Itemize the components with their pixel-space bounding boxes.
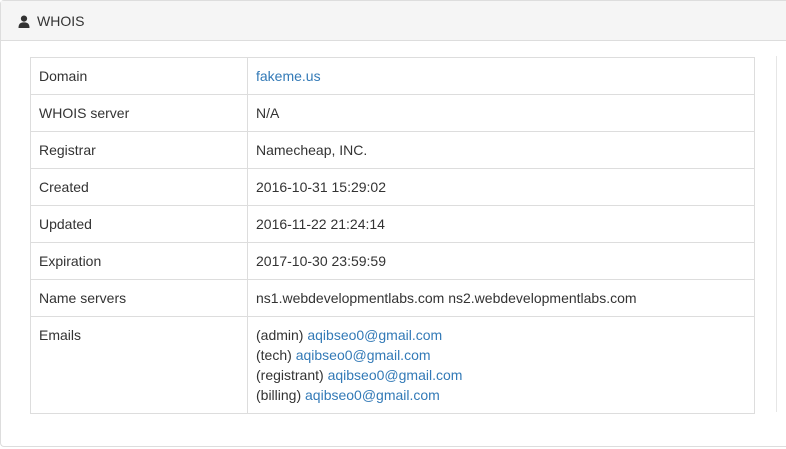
email-line-registrant: (registrant) aqibseo0@gmail.com	[256, 365, 746, 385]
row-key-updated: Updated	[30, 205, 248, 243]
table-row: Registrar Namecheap, INC.	[30, 131, 755, 169]
row-value-whois-server: N/A	[247, 94, 755, 132]
row-key-domain: Domain	[30, 57, 248, 95]
table-row: Name servers ns1.webdevelopmentlabs.com …	[30, 279, 755, 317]
email-role: (tech)	[256, 347, 292, 363]
row-key-whois-server: WHOIS server	[30, 94, 248, 132]
email-link-billing[interactable]: aqibseo0@gmail.com	[305, 387, 440, 403]
email-line-tech: (tech) aqibseo0@gmail.com	[256, 345, 746, 365]
table-row: Created 2016-10-31 15:29:02	[30, 168, 755, 206]
email-link-admin[interactable]: aqibseo0@gmail.com	[307, 327, 442, 343]
table-row: Updated 2016-11-22 21:24:14	[30, 205, 755, 243]
table-row: WHOIS server N/A	[30, 94, 755, 132]
row-key-expiration: Expiration	[30, 242, 248, 280]
row-value-name-servers: ns1.webdevelopmentlabs.com ns2.webdevelo…	[247, 279, 755, 317]
row-key-name-servers: Name servers	[30, 279, 248, 317]
panel-heading: WHOIS	[1, 1, 786, 41]
row-value-created: 2016-10-31 15:29:02	[247, 168, 755, 206]
panel-body: Domain fakeme.us WHOIS server N/A Regist…	[30, 57, 755, 414]
table-row: Expiration 2017-10-30 23:59:59	[30, 242, 755, 280]
row-key-created: Created	[30, 168, 248, 206]
row-key-registrar: Registrar	[30, 131, 248, 169]
row-key-emails: Emails	[30, 316, 248, 414]
email-role: (billing)	[256, 387, 302, 403]
table-row: Emails (admin) aqibseo0@gmail.com (tech)…	[30, 316, 755, 414]
email-line-billing: (billing) aqibseo0@gmail.com	[256, 385, 746, 405]
row-value-registrar: Namecheap, INC.	[247, 131, 755, 169]
email-link-tech[interactable]: aqibseo0@gmail.com	[296, 347, 431, 363]
panel-title: WHOIS	[37, 12, 85, 29]
user-icon	[18, 14, 30, 28]
email-role: (registrant)	[256, 367, 324, 383]
row-value-emails: (admin) aqibseo0@gmail.com (tech) aqibse…	[247, 316, 755, 414]
email-role: (admin)	[256, 327, 304, 343]
whois-panel: WHOIS Domain fakeme.us WHOIS server N/A …	[0, 0, 786, 447]
row-value-updated: 2016-11-22 21:24:14	[247, 205, 755, 243]
email-line-admin: (admin) aqibseo0@gmail.com	[256, 325, 746, 345]
email-link-registrant[interactable]: aqibseo0@gmail.com	[328, 367, 463, 383]
domain-link[interactable]: fakeme.us	[256, 68, 321, 84]
row-value-domain: fakeme.us	[247, 57, 755, 95]
whois-table: Domain fakeme.us WHOIS server N/A Regist…	[30, 57, 755, 414]
table-row: Domain fakeme.us	[30, 57, 755, 95]
divider	[776, 56, 777, 412]
row-value-expiration: 2017-10-30 23:59:59	[247, 242, 755, 280]
